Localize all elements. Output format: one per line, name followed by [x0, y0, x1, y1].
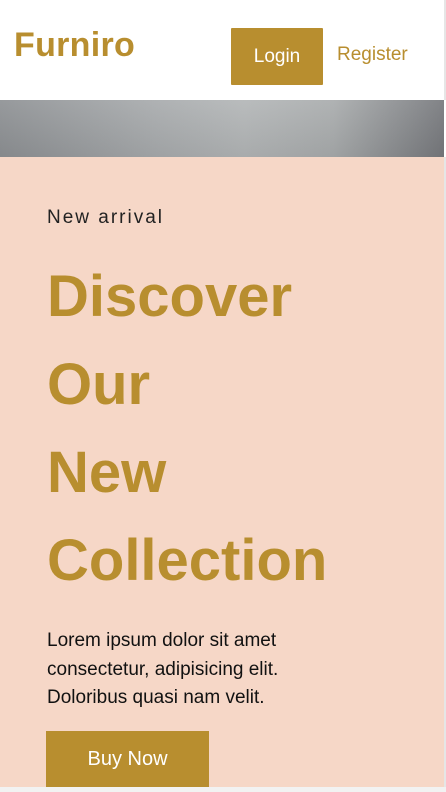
login-button[interactable]: Login [231, 28, 323, 85]
headline-line: Our [47, 352, 151, 417]
site-header: Furniro Login Register [0, 0, 446, 100]
headline-line: Discover [47, 264, 293, 329]
hero-banner-image [0, 100, 444, 157]
description-line: Lorem ipsum dolor sit amet [47, 630, 277, 651]
page-bottom-edge [0, 787, 446, 792]
headline-line: New [47, 440, 167, 505]
hero-description: Lorem ipsum dolor sit amet consectetur, … [47, 627, 347, 713]
hero-section: New arrival Discover Our New Collection … [0, 157, 446, 788]
page: Furniro Login Register New arrival Disco… [0, 0, 446, 792]
hero-eyebrow: New arrival [47, 207, 165, 228]
description-line: consectetur, adipisicing elit. [47, 658, 279, 680]
register-link[interactable]: Register [337, 44, 408, 66]
headline-line: Collection [47, 528, 328, 593]
hero-headline: Discover Our New Collection [47, 253, 427, 605]
brand-logo[interactable]: Furniro [14, 26, 135, 65]
buy-now-button[interactable]: Buy Now [46, 731, 209, 788]
description-line: Doloribus quasi nam velit. [47, 687, 265, 708]
